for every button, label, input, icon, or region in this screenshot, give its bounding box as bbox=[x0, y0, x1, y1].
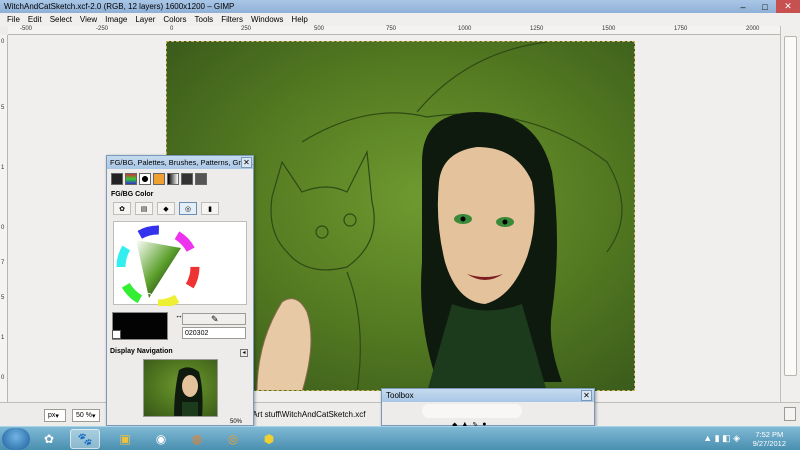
menu-filters[interactable]: Filters bbox=[217, 15, 247, 24]
tab-documents[interactable] bbox=[195, 173, 207, 185]
clock-time: 7:52 PM bbox=[755, 430, 784, 439]
tab-brushes[interactable] bbox=[139, 173, 151, 185]
color-wheel[interactable] bbox=[113, 221, 247, 309]
ruler-tick: 1750 bbox=[674, 26, 688, 32]
color-mode-buttons: ✿ ▤ ◆ ◎ ▮ bbox=[107, 200, 253, 217]
navigation-preview[interactable] bbox=[143, 359, 218, 417]
nav-close-icon[interactable]: ◂ bbox=[240, 349, 248, 357]
zoom-selector[interactable]: 50 % ▾ bbox=[72, 409, 100, 422]
gimp-taskbar-icon[interactable]: 🐾 bbox=[70, 429, 100, 449]
ruler-tick: 1 bbox=[1, 165, 5, 171]
ruler-tick: 2000 bbox=[746, 26, 760, 32]
taskbar-clock[interactable]: 7:52 PM 9/27/2012 bbox=[753, 430, 786, 448]
tab-gradients[interactable] bbox=[167, 173, 179, 185]
ruler-tick: 1000 bbox=[458, 26, 472, 32]
explorer-icon[interactable]: ▣ bbox=[110, 429, 140, 449]
ruler-tick: -250 bbox=[96, 26, 109, 32]
unit-value: px bbox=[48, 412, 56, 419]
toolbox-title: Toolbox bbox=[386, 391, 414, 400]
ruler-tick: 250 bbox=[241, 26, 252, 32]
menu-edit[interactable]: Edit bbox=[24, 15, 46, 24]
app-icon[interactable]: ⬢ bbox=[254, 429, 284, 449]
maximize-button[interactable]: □ bbox=[754, 0, 776, 13]
ruler-tick: 1 bbox=[1, 335, 5, 341]
ruler-tick: 5 bbox=[1, 105, 5, 111]
tab-fonts[interactable] bbox=[181, 173, 193, 185]
tab-palettes[interactable] bbox=[125, 173, 137, 185]
dock-tab-strip bbox=[107, 169, 253, 189]
menu-windows[interactable]: Windows bbox=[247, 15, 287, 24]
tab-patterns[interactable] bbox=[153, 173, 165, 185]
menu-select[interactable]: Select bbox=[46, 15, 76, 24]
menu-tools[interactable]: Tools bbox=[191, 15, 218, 24]
scales-icon[interactable]: ▮ bbox=[201, 202, 219, 215]
clock-date: 9/27/2012 bbox=[752, 439, 786, 448]
dock-close-button[interactable]: ✕ bbox=[241, 157, 252, 168]
minimize-button[interactable]: – bbox=[732, 0, 754, 13]
dock-title: FG/BG, Palettes, Brushes, Patterns, Grad… bbox=[110, 158, 253, 167]
navigate-icon[interactable] bbox=[784, 407, 796, 421]
toolbox-title-bar[interactable]: Toolbox bbox=[382, 389, 594, 402]
wheel-icon[interactable]: ◎ bbox=[179, 202, 197, 215]
title-bar: WitchAndCatSketch.xcf-2.0 (RGB, 12 layer… bbox=[0, 0, 800, 13]
chevron-down-icon: ▾ bbox=[91, 412, 96, 420]
menu-help[interactable]: Help bbox=[287, 15, 311, 24]
tab-fgbg[interactable] bbox=[111, 173, 123, 185]
menu-layer[interactable]: Layer bbox=[131, 15, 159, 24]
nav-zoom-label: 50% bbox=[230, 419, 243, 425]
menu-bar: File Edit Select View Image Layer Colors… bbox=[0, 13, 800, 26]
toolbox-close-button[interactable]: ✕ bbox=[581, 390, 592, 401]
windows-taskbar: ✿ 🐾 ▣ ◉ ◍ ◎ ⬢ ▲ ▮ ◧ ◈ 7:52 PM 9/27/2012 bbox=[0, 426, 800, 450]
ruler-tick: 1250 bbox=[530, 26, 544, 32]
status-message: \Art stuff\WitchAndCatSketch.xcf bbox=[250, 410, 366, 419]
ruler-tick: 0 bbox=[1, 225, 5, 231]
chrome-icon[interactable]: ◉ bbox=[146, 429, 176, 449]
background-color-swatch[interactable] bbox=[112, 330, 121, 339]
preview-thumbnail bbox=[174, 367, 203, 416]
blender-icon[interactable]: ◎ bbox=[218, 429, 248, 449]
ruler-tick: 0 bbox=[170, 26, 174, 32]
ruler-tick: 0 bbox=[1, 375, 5, 381]
hue-triangle-selector bbox=[116, 225, 200, 309]
ruler-tick: 5 bbox=[1, 295, 5, 301]
eyedropper-icon: ✎ bbox=[211, 314, 219, 324]
ruler-tick: 7 bbox=[1, 260, 5, 266]
window-title: WitchAndCatSketch.xcf-2.0 (RGB, 12 layer… bbox=[4, 2, 235, 11]
menu-file[interactable]: File bbox=[3, 15, 24, 24]
gimp-selector-icon[interactable]: ✿ bbox=[113, 202, 131, 215]
zoom-value: 50 % bbox=[76, 412, 92, 419]
color-picker-button[interactable]: ✎ bbox=[182, 313, 246, 325]
menu-image[interactable]: Image bbox=[101, 15, 131, 24]
chevron-down-icon: ▾ bbox=[55, 412, 59, 420]
menu-colors[interactable]: Colors bbox=[159, 15, 190, 24]
hex-notation-field[interactable]: 020302 bbox=[182, 327, 246, 339]
menu-view[interactable]: View bbox=[76, 15, 101, 24]
unit-selector[interactable]: px ▾ bbox=[44, 409, 66, 422]
gimp-wilber-logo bbox=[422, 404, 522, 418]
ruler-tick: 500 bbox=[314, 26, 325, 32]
toolbox-window: Toolbox ✕ ◆ ▲ ✎ ● bbox=[381, 388, 595, 429]
ruler-tick: 750 bbox=[386, 26, 397, 32]
picasa-icon[interactable]: ✿ bbox=[34, 429, 64, 449]
system-tray-icons[interactable]: ▲ ▮ ◧ ◈ bbox=[703, 433, 740, 444]
firefox-icon[interactable]: ◍ bbox=[182, 429, 212, 449]
water-icon[interactable]: ◆ bbox=[157, 202, 175, 215]
close-button[interactable]: ✕ bbox=[776, 0, 800, 13]
ruler-tick: -500 bbox=[20, 26, 33, 32]
navigation-label: Display Navigation bbox=[110, 348, 173, 355]
vertical-ruler[interactable]: 0 5 1 0 7 5 1 0 bbox=[0, 35, 8, 402]
vertical-scrollbar[interactable] bbox=[780, 26, 800, 402]
ruler-tick: 0 bbox=[1, 39, 5, 45]
scrollbar-thumb[interactable] bbox=[784, 36, 797, 376]
ruler-tick: 1500 bbox=[602, 26, 616, 32]
dock-title-bar[interactable]: FG/BG, Palettes, Brushes, Patterns, Grad… bbox=[107, 156, 253, 169]
start-button[interactable] bbox=[2, 428, 30, 450]
cmyk-icon[interactable]: ▤ bbox=[135, 202, 153, 215]
horizontal-ruler[interactable]: -500 -250 0 250 500 750 1000 1250 1500 1… bbox=[8, 26, 780, 35]
fgbg-section-label: FG/BG Color bbox=[111, 191, 154, 198]
